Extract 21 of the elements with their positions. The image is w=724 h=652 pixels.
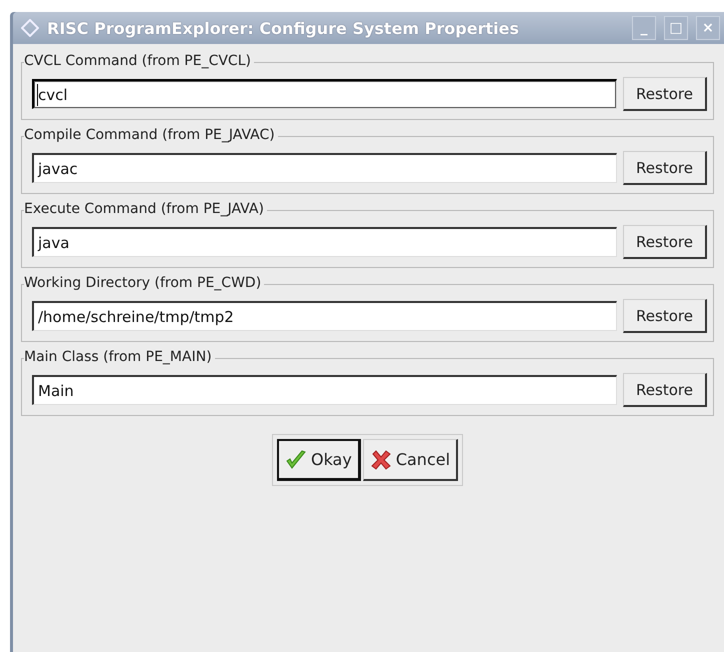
restore-button[interactable]: Restore: [623, 373, 707, 407]
checkmark-icon: [284, 448, 307, 470]
restore-button[interactable]: Restore: [623, 299, 707, 333]
group-label: Execute Command (from PE_JAVA): [24, 201, 267, 217]
group-label: Compile Command (from PE_JAVAC): [24, 127, 278, 143]
restore-button[interactable]: Restore: [623, 225, 707, 259]
group-label: CVCL Command (from PE_CVCL): [24, 53, 254, 69]
cancel-button[interactable]: Cancel: [362, 439, 458, 481]
input-field[interactable]: java: [32, 227, 617, 257]
group-label: Main Class (from PE_MAIN): [24, 349, 215, 365]
input-field[interactable]: /home/schreine/tmp/tmp2: [32, 301, 617, 331]
restore-button[interactable]: Restore: [623, 77, 707, 111]
input-field[interactable]: Main: [32, 375, 617, 405]
diamond-icon: [21, 19, 39, 37]
cross-icon: [370, 448, 392, 470]
ok-button[interactable]: Okay: [276, 439, 361, 481]
input-field[interactable]: javac: [32, 153, 617, 183]
group-label: Working Directory (from PE_CWD): [24, 275, 264, 291]
window-title: RISC ProgramExplorer: Configure System Properties: [47, 18, 520, 38]
restore-button[interactable]: Restore: [623, 151, 707, 185]
input-field[interactable]: cvcl: [32, 79, 617, 109]
